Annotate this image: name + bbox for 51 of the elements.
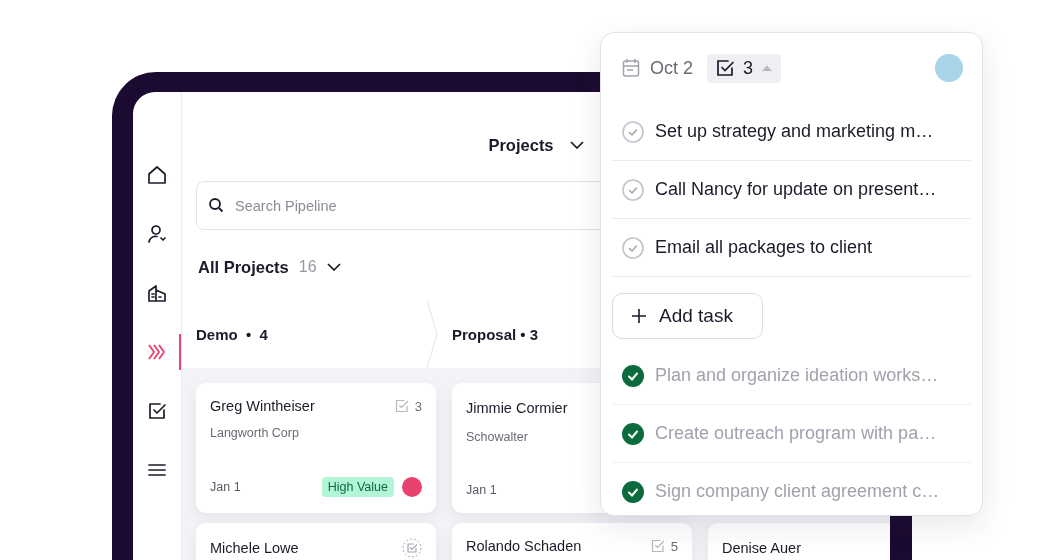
task-text: Call Nancy for update on present… [655, 179, 937, 200]
task-date: Oct 2 [650, 57, 693, 79]
triangle-up-icon [761, 64, 774, 72]
avatar [935, 54, 963, 82]
task-count: 5 [670, 538, 678, 554]
checked-circle-icon[interactable] [622, 422, 644, 445]
due-date: Jan 1 [210, 480, 241, 494]
checkbox-icon [394, 399, 409, 413]
due-date: Jan 1 [466, 483, 497, 497]
person-icon[interactable] [146, 223, 168, 245]
calendar-icon [622, 58, 640, 78]
contact-name: Rolando Schaden [466, 538, 582, 554]
search-icon [208, 197, 224, 213]
checkbox-icon[interactable] [146, 400, 168, 422]
checkbox-icon [650, 539, 665, 553]
task-text: Email all packages to client [655, 237, 873, 258]
tag: High Value [321, 477, 394, 497]
task-row[interactable]: Call Nancy for update on present… [612, 161, 971, 219]
deal-card[interactable]: Greg Wintheiser 3 Langworth Corp Jan 1 High Value [196, 383, 436, 513]
building-icon[interactable] [146, 282, 168, 304]
deal-card[interactable]: Rolando Schaden 5 [452, 523, 692, 560]
company-name: Langworth Corp [210, 426, 299, 440]
check-circle-icon[interactable] [622, 120, 644, 143]
home-icon[interactable] [146, 164, 168, 186]
task-row[interactable]: Email all packages to client [612, 219, 971, 277]
task-count-toggle[interactable]: 3 [707, 53, 782, 83]
task-text: Set up strategy and marketing m… [655, 121, 934, 142]
add-task-button[interactable]: Add task [612, 293, 763, 339]
contact-name: Jimmie Cormier [466, 400, 568, 416]
contact-name: Greg Wintheiser [210, 398, 315, 414]
stage-label: Proposal • 3 [452, 325, 539, 343]
dashed-checkbox-icon [402, 538, 422, 558]
contact-name: Denise Auer [722, 540, 801, 556]
chevron-down-icon [326, 263, 341, 271]
contact-name: Michele Lowe [210, 540, 299, 556]
task-text: Plan and organize ideation works… [655, 365, 939, 386]
deal-card[interactable]: Denise Auer [708, 523, 890, 560]
plus-icon [631, 308, 647, 324]
checked-circle-icon[interactable] [622, 480, 644, 503]
stage-divider [426, 300, 438, 368]
projects-dropdown[interactable]: Projects [488, 135, 584, 155]
deal-card[interactable]: Michele Lowe [196, 523, 436, 560]
company-name: Schowalter [466, 430, 528, 444]
task-count: 3 [414, 398, 422, 414]
check-circle-icon[interactable] [622, 178, 644, 201]
task-row[interactable]: Set up strategy and marketing m… [612, 103, 971, 161]
check-circle-icon[interactable] [622, 236, 644, 259]
checked-circle-icon[interactable] [622, 364, 644, 387]
chevron-down-icon [569, 141, 584, 149]
stage-label: Demo • 4 [196, 325, 268, 343]
checkbox-icon [715, 58, 735, 78]
